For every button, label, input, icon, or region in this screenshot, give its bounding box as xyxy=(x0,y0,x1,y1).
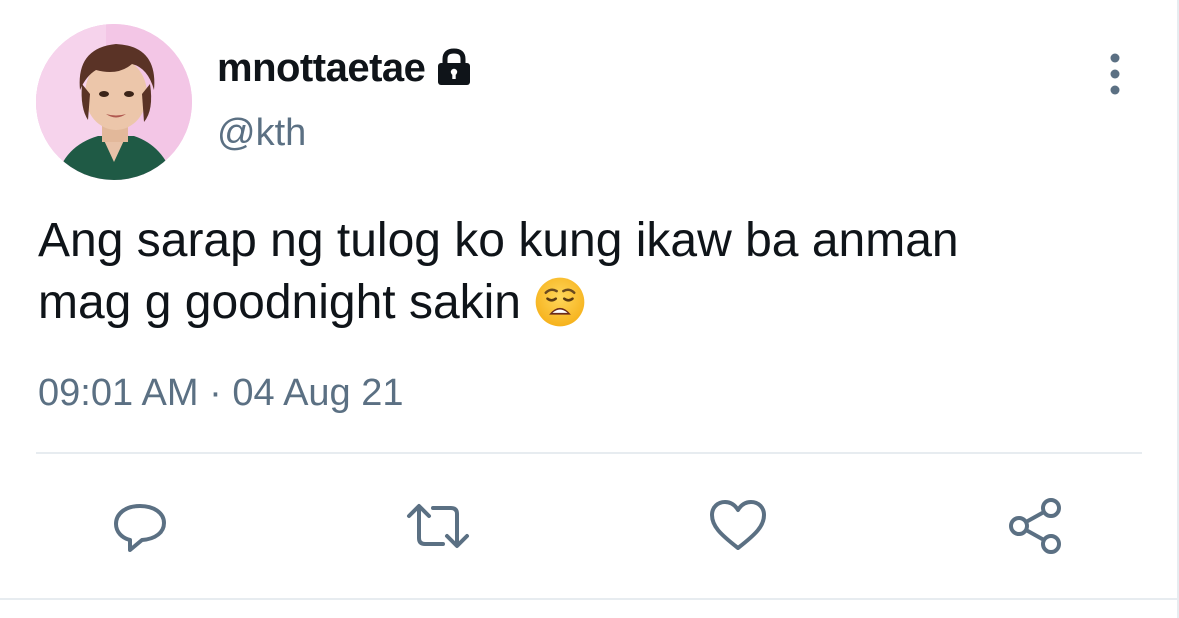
tweet-text: Ang sarap ng tulog ko kung ikaw ba anman… xyxy=(38,210,1138,334)
reply-icon xyxy=(114,504,166,552)
lock-icon xyxy=(433,47,475,89)
heart-icon xyxy=(710,500,766,550)
tweet-text-line-1: Ang sarap ng tulog ko kung ikaw ba anman xyxy=(38,214,959,267)
timestamp-separator: · xyxy=(198,372,233,414)
avatar-image xyxy=(36,24,192,180)
share-button[interactable] xyxy=(995,486,1075,566)
retweet-button[interactable] xyxy=(398,486,478,566)
share-icon xyxy=(1009,498,1061,554)
like-button[interactable] xyxy=(698,486,778,566)
tweet-text-line-2: mag g goodnight sakin xyxy=(38,272,1138,334)
tweet-text-line-2-text: mag g goodnight sakin xyxy=(38,276,521,329)
avatar[interactable] xyxy=(36,24,192,180)
handle[interactable]: @kth xyxy=(217,112,306,155)
tweet-time: 09:01 AM xyxy=(38,372,199,414)
weary-face-emoji xyxy=(529,276,591,328)
more-options-icon[interactable] xyxy=(1097,52,1133,96)
retweet-icon xyxy=(407,504,469,548)
tweet-card: mnottaetae @kth Ang sarap ng tulog ko ku… xyxy=(0,0,1179,618)
display-name[interactable]: mnottaetae xyxy=(217,46,426,91)
reply-button[interactable] xyxy=(100,486,180,566)
divider xyxy=(36,452,1142,454)
tweet-date: 04 Aug 21 xyxy=(232,372,404,414)
action-bar xyxy=(0,486,1179,566)
bottom-divider xyxy=(0,598,1179,600)
timestamp[interactable]: 09:01 AM · 04 Aug 21 xyxy=(38,372,404,415)
author-row: mnottaetae xyxy=(217,44,475,92)
